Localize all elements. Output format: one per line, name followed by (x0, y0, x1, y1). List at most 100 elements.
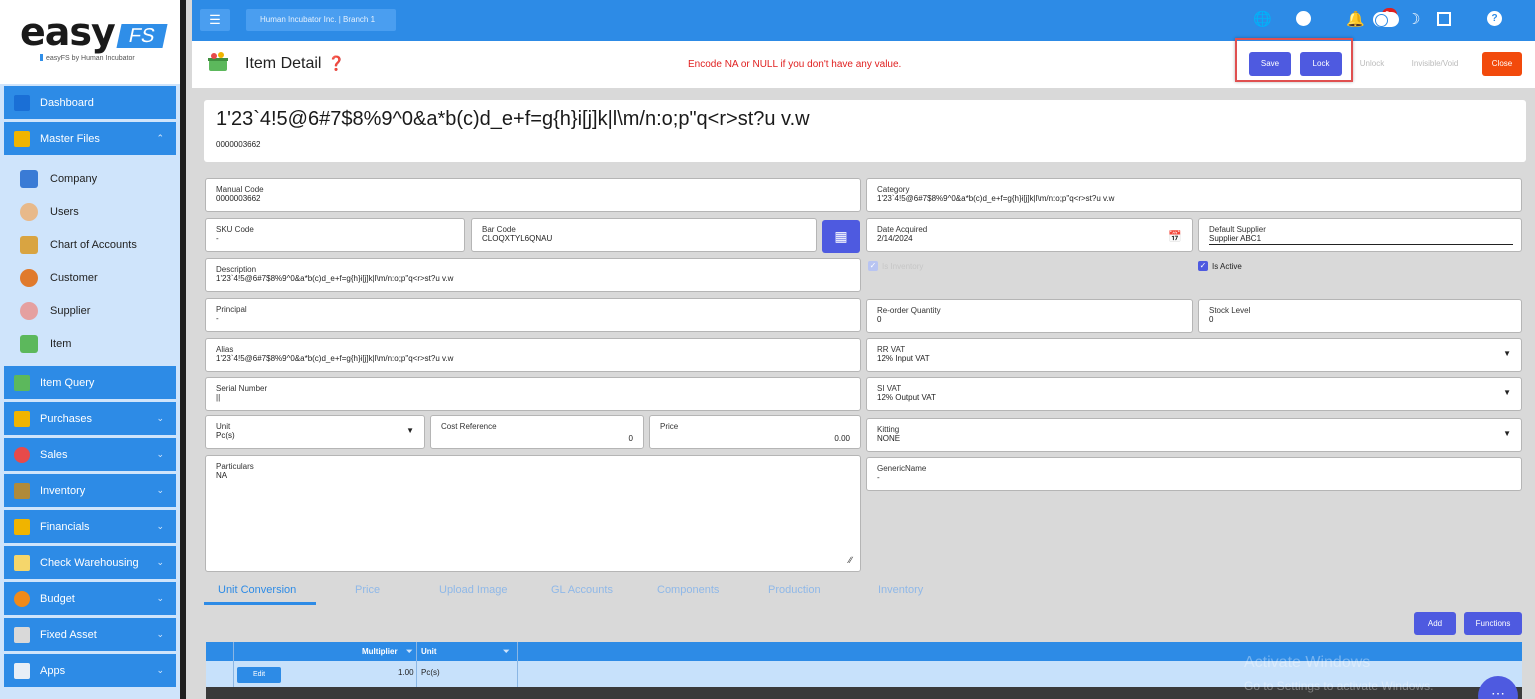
field-label: RR VAT (877, 345, 906, 354)
close-button[interactable]: Close (1482, 52, 1522, 76)
sidebar-item-master-files[interactable]: Master Files ⌃ (4, 122, 176, 155)
kitting-select[interactable]: Kitting NONE ▼ (866, 418, 1522, 452)
sidebar-item-item-query[interactable]: Item Query (4, 366, 176, 399)
price-field[interactable]: Price 0.00 (649, 415, 861, 449)
field-value: 0.00 (834, 434, 850, 443)
serial-number-field[interactable]: Serial Number || (205, 377, 861, 411)
default-supplier-field[interactable]: Default Supplier Supplier ABC1 (1198, 218, 1522, 252)
sales-icon (14, 446, 30, 463)
bell-icon[interactable]: 🔔 (1346, 11, 1365, 29)
sidebar-item-dashboard[interactable]: Dashboard (4, 86, 176, 119)
chevron-down-icon: ⌄ (156, 629, 164, 639)
edit-button[interactable]: Edit (237, 667, 281, 683)
sidebar-item-inventory[interactable]: Inventory ⌄ (4, 474, 176, 507)
principal-field[interactable]: Principal - (205, 298, 861, 332)
field-label: Particulars (216, 462, 254, 471)
field-value: Supplier ABC1 (1209, 234, 1262, 243)
reorder-quantity-field[interactable]: Re-order Quantity 0 (866, 299, 1193, 333)
sidebar-item-budget[interactable]: Budget ⌄ (4, 582, 176, 615)
apps-icon (14, 662, 30, 679)
unlock-button[interactable]: Unlock (1352, 52, 1392, 76)
description-field[interactable]: Description 1'23`4!5@6#7$8%9^0&a*b(c)d_e… (205, 258, 861, 292)
column-header-multiplier[interactable]: Multiplier (362, 647, 398, 656)
date-acquired-field[interactable]: Date Acquired 2/14/2024 📅 (866, 218, 1193, 252)
help-icon[interactable]: ? (1487, 11, 1502, 26)
sidebar-item-apps[interactable]: Apps ⌄ (4, 654, 176, 687)
lock-button[interactable]: Lock (1300, 52, 1342, 76)
field-value: 12% Output VAT (877, 393, 936, 402)
field-value: 1'23`4!5@6#7$8%9^0&a*b(c)d_e+f=g{h}i[j]k… (877, 194, 1115, 203)
chevron-down-icon: ⌄ (156, 449, 164, 459)
particulars-textarea[interactable]: Particulars NA ∕∕ (205, 455, 861, 572)
sidebar-item-label: Item Query (40, 376, 95, 389)
company-branch-selector[interactable]: Human Incubator Inc. | Branch 1 (246, 9, 396, 31)
stock-level-field[interactable]: Stock Level 0 (1198, 299, 1522, 333)
sidebar-item-label: Customer (50, 271, 98, 284)
column-header-unit[interactable]: Unit (421, 647, 437, 656)
filter-icon[interactable]: ⏷ (503, 647, 509, 657)
unit-select[interactable]: Unit Pc(s) ▼ (205, 415, 425, 449)
sidebar-item-label: Chart of Accounts (50, 238, 137, 251)
menu-icon[interactable]: ☰ (200, 9, 230, 31)
sidebar-item-label: Sales (40, 448, 68, 461)
item-title: 1'23`4!5@6#7$8%9^0&a*b(c)d_e+f=g{h}i[j]k… (216, 108, 810, 130)
account-icon[interactable] (1296, 11, 1311, 26)
warning-message: Encode NA or NULL if you don't have any … (688, 59, 902, 70)
invisible-void-button[interactable]: Invisible/Void (1404, 52, 1466, 76)
si-vat-select[interactable]: SI VAT 12% Output VAT ▼ (866, 377, 1522, 411)
functions-button[interactable]: Functions (1464, 612, 1522, 635)
generic-name-field[interactable]: GenericName - (866, 457, 1522, 491)
logo[interactable]: easy FS (20, 12, 180, 52)
resize-handle-icon[interactable]: ∕∕ (849, 555, 852, 565)
bar-code-field[interactable]: Bar Code CLOQXTYL6QNAU (471, 218, 817, 252)
user-icon (20, 202, 38, 221)
calendar-icon[interactable] (1437, 12, 1451, 26)
sidebar-item-financials[interactable]: Financials ⌄ (4, 510, 176, 543)
field-label: Price (660, 422, 679, 431)
chevron-down-icon: ⌄ (156, 665, 164, 675)
field-value: - (216, 234, 219, 243)
tab-inventory[interactable]: Inventory (878, 584, 923, 596)
tab-gl-accounts[interactable]: GL Accounts (551, 584, 613, 596)
is-inventory-checkbox[interactable]: ✓ Is Inventory (868, 261, 923, 271)
cell-unit: Pc(s) (421, 668, 440, 677)
sidebar-item-fixed-asset[interactable]: Fixed Asset ⌄ (4, 618, 176, 651)
rr-vat-select[interactable]: RR VAT 12% Input VAT ▼ (866, 338, 1522, 372)
is-active-checkbox[interactable]: ✓ Is Active (1198, 261, 1242, 271)
add-button[interactable]: Add (1414, 612, 1456, 635)
qr-code-button[interactable]: ▦ (822, 220, 860, 253)
sidebar-item-users[interactable]: Users (4, 195, 176, 228)
cost-reference-field[interactable]: Cost Reference 0 (430, 415, 644, 449)
calendar-icon[interactable]: 📅 (1168, 230, 1182, 243)
tab-production[interactable]: Production (768, 584, 821, 596)
sku-code-field[interactable]: SKU Code - (205, 218, 465, 252)
sidebar-item-label: Users (50, 205, 79, 218)
save-button[interactable]: Save (1249, 52, 1291, 76)
financials-icon (14, 518, 30, 535)
sidebar-item-customer[interactable]: Customer (4, 261, 176, 294)
sidebar-item-chart-of-accounts[interactable]: Chart of Accounts (4, 228, 176, 261)
tab-unit-conversion[interactable]: Unit Conversion (218, 584, 296, 596)
manual-code-field[interactable]: Manual Code 0000003662 (205, 178, 861, 212)
filter-icon[interactable]: ⏷ (406, 647, 412, 657)
alias-field[interactable]: Alias 1'23`4!5@6#7$8%9^0&a*b(c)d_e+f=g{h… (205, 338, 861, 372)
chevron-down-icon: ⌄ (156, 521, 164, 531)
sidebar-item-supplier[interactable]: Supplier (4, 294, 176, 327)
tab-upload-image[interactable]: Upload Image (439, 584, 508, 596)
more-icon: ⋯ (1491, 685, 1505, 699)
tab-components[interactable]: Components (657, 584, 719, 596)
theme-toggle[interactable] (1373, 12, 1399, 27)
globe-icon[interactable]: 🌐 (1253, 11, 1272, 29)
sidebar-item-label: Inventory (40, 484, 86, 497)
supplier-icon (20, 301, 38, 320)
category-field[interactable]: Category 1'23`4!5@6#7$8%9^0&a*b(c)d_e+f=… (866, 178, 1522, 212)
sidebar-item-item[interactable]: Item (4, 327, 176, 360)
sidebar-item-check-warehousing[interactable]: Check Warehousing ⌄ (4, 546, 176, 579)
tab-price[interactable]: Price (355, 584, 380, 596)
help-circle-icon[interactable]: ❓ (327, 55, 344, 71)
sidebar-item-purchases[interactable]: Purchases ⌄ (4, 402, 176, 435)
field-label: Manual Code (216, 185, 264, 194)
sidebar-item-sales[interactable]: Sales ⌄ (4, 438, 176, 471)
sidebar-item-company[interactable]: Company (4, 162, 176, 195)
field-value: 0 (628, 434, 633, 443)
